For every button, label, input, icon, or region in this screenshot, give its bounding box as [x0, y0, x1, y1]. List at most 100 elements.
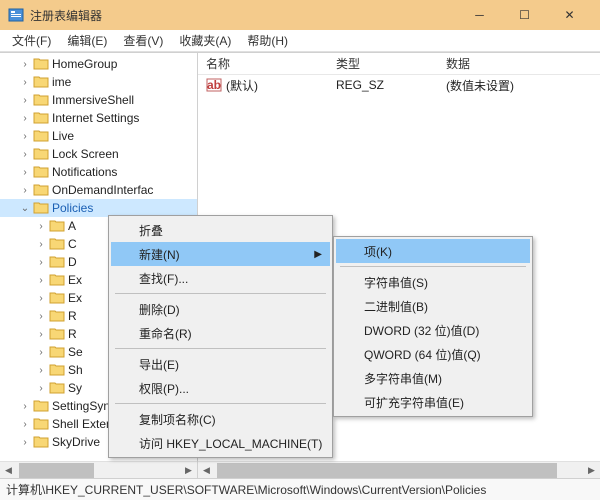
expand-icon[interactable]: › [34, 239, 48, 250]
list-scrollbar-h[interactable]: ◀ ▶ [198, 461, 600, 478]
expand-icon[interactable]: › [34, 383, 48, 394]
ctx-export[interactable]: 导出(E) [111, 352, 330, 376]
folder-icon [33, 399, 49, 413]
expand-icon[interactable]: › [18, 437, 32, 448]
scroll-track[interactable] [215, 462, 583, 479]
context-submenu-new: 项(K) 字符串值(S) 二进制值(B) DWORD (32 位)值(D) QW… [333, 236, 533, 417]
expand-icon[interactable]: › [34, 365, 48, 376]
value-name: (默认) [226, 77, 258, 94]
expand-icon[interactable]: › [34, 329, 48, 340]
ctx-copy-key-name[interactable]: 复制项名称(C) [111, 407, 330, 431]
menu-view[interactable]: 查看(V) [115, 30, 171, 51]
tree-item-label: ImmersiveShell [52, 93, 134, 107]
submenu-string[interactable]: 字符串值(S) [336, 270, 530, 294]
expand-icon[interactable]: › [18, 77, 32, 88]
tree-item-label: Se [68, 345, 83, 359]
folder-icon [33, 93, 49, 107]
scroll-track[interactable] [17, 462, 180, 479]
menu-help[interactable]: 帮助(H) [239, 30, 296, 51]
scroll-left-icon[interactable]: ◀ [0, 462, 17, 479]
expand-icon[interactable]: › [34, 293, 48, 304]
ctx-permissions[interactable]: 权限(P)... [111, 376, 330, 400]
tree-item-label: Notifications [52, 165, 117, 179]
tree-item[interactable]: › ImmersiveShell [0, 91, 197, 109]
ctx-separator [115, 403, 326, 404]
expand-icon[interactable]: › [34, 257, 48, 268]
statusbar-path: 计算机\HKEY_CURRENT_USER\SOFTWARE\Microsoft… [6, 481, 486, 498]
tree-item-label: SkyDrive [52, 435, 100, 449]
expand-icon[interactable]: › [18, 149, 32, 160]
submenu-qword[interactable]: QWORD (64 位)值(Q) [336, 342, 530, 366]
tree-item[interactable]: ›Internet Settings [0, 109, 197, 127]
expand-icon[interactable]: › [34, 347, 48, 358]
string-value-icon: ab [206, 77, 222, 93]
expand-icon[interactable]: › [34, 275, 48, 286]
ctx-goto-hklm[interactable]: 访问 HKEY_LOCAL_MACHINE(T) [111, 431, 330, 455]
expand-icon[interactable]: › [18, 185, 32, 196]
expand-icon[interactable]: › [34, 221, 48, 232]
tree-item-label: Policies [52, 201, 93, 215]
submenu-binary[interactable]: 二进制值(B) [336, 294, 530, 318]
tree-item[interactable]: ›OnDemandInterfac [0, 181, 197, 199]
tree-item[interactable]: ›ime [0, 73, 197, 91]
submenu-multi-string[interactable]: 多字符串值(M) [336, 366, 530, 390]
tree-item-label: Lock Screen [52, 147, 119, 161]
tree-item-label: C [68, 237, 77, 251]
folder-icon [49, 219, 65, 233]
collapse-icon[interactable]: ⌄ [18, 203, 32, 214]
ctx-new-label: 新建(N) [139, 246, 180, 263]
submenu-key[interactable]: 项(K) [336, 239, 530, 263]
minimize-button[interactable]: ─ [457, 0, 502, 30]
expand-icon[interactable]: › [34, 311, 48, 322]
ctx-delete[interactable]: 删除(D) [111, 297, 330, 321]
menu-favorites[interactable]: 收藏夹(A) [171, 30, 239, 51]
scroll-right-icon[interactable]: ▶ [180, 462, 197, 479]
col-header-name[interactable]: 名称 [198, 55, 328, 72]
ctx-collapse[interactable]: 折叠 [111, 218, 330, 242]
scroll-left-icon[interactable]: ◀ [198, 462, 215, 479]
ctx-separator [115, 293, 326, 294]
expand-icon[interactable]: › [18, 167, 32, 178]
tree-item[interactable]: ›HomeGroup [0, 55, 197, 73]
expand-icon[interactable]: › [18, 59, 32, 70]
tree-item-label: Sy [68, 381, 82, 395]
scroll-right-icon[interactable]: ▶ [583, 462, 600, 479]
tree-item[interactable]: › Lock Screen [0, 145, 197, 163]
menubar: 文件(F) 编辑(E) 查看(V) 收藏夹(A) 帮助(H) [0, 30, 600, 52]
maximize-button[interactable]: ☐ [502, 0, 547, 30]
scroll-thumb[interactable] [19, 463, 94, 478]
col-header-data[interactable]: 数据 [438, 55, 600, 72]
folder-icon [49, 327, 65, 341]
expand-icon[interactable]: › [18, 95, 32, 106]
ctx-new[interactable]: 新建(N) ▶ [111, 242, 330, 266]
folder-icon [33, 435, 49, 449]
folder-icon [33, 165, 49, 179]
tree-item[interactable]: ›Live [0, 127, 197, 145]
ctx-find[interactable]: 查找(F)... [111, 266, 330, 290]
expand-icon[interactable]: › [18, 113, 32, 124]
tree-item[interactable]: › Notifications [0, 163, 197, 181]
submenu-arrow-icon: ▶ [314, 249, 322, 260]
col-header-type[interactable]: 类型 [328, 55, 438, 72]
folder-icon [49, 273, 65, 287]
menu-edit[interactable]: 编辑(E) [59, 30, 115, 51]
statusbar: 计算机\HKEY_CURRENT_USER\SOFTWARE\Microsoft… [0, 478, 600, 500]
folder-icon [49, 309, 65, 323]
folder-icon [33, 417, 49, 431]
folder-icon [33, 147, 49, 161]
expand-icon[interactable]: › [18, 131, 32, 142]
close-button[interactable]: ✕ [547, 0, 592, 30]
menu-file[interactable]: 文件(F) [4, 30, 59, 51]
list-header: 名称 类型 数据 [198, 53, 600, 75]
list-row[interactable]: ab (默认) REG_SZ (数值未设置) [198, 75, 600, 95]
scroll-thumb[interactable] [217, 463, 557, 478]
submenu-dword[interactable]: DWORD (32 位)值(D) [336, 318, 530, 342]
context-menu: 折叠 新建(N) ▶ 查找(F)... 删除(D) 重命名(R) 导出(E) 权… [108, 215, 333, 458]
expand-icon[interactable]: › [18, 401, 32, 412]
folder-icon [49, 291, 65, 305]
submenu-expandable[interactable]: 可扩充字符串值(E) [336, 390, 530, 414]
ctx-rename[interactable]: 重命名(R) [111, 321, 330, 345]
tree-scrollbar-h[interactable]: ◀ ▶ [0, 461, 197, 478]
expand-icon[interactable]: › [18, 419, 32, 430]
app-icon [8, 7, 24, 23]
